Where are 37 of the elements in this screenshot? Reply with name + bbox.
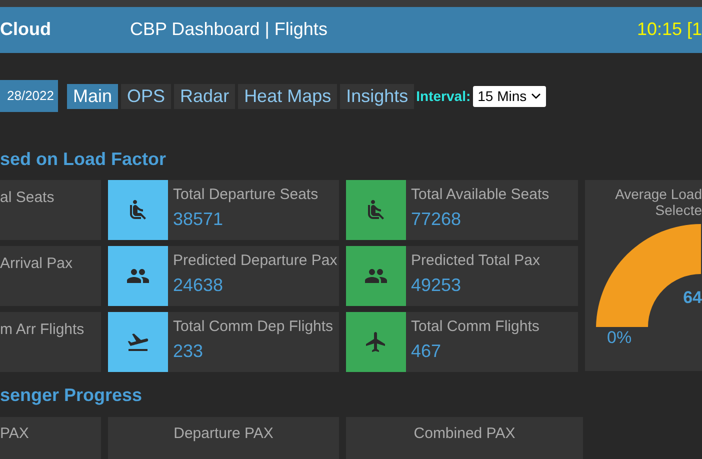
chevron-down-icon	[530, 93, 541, 99]
gauge-title: Selecte	[655, 202, 702, 218]
stat-label: Total Available Seats	[411, 186, 550, 204]
stat-label: Predicted Departure Pax	[173, 252, 338, 270]
section-heading: sed on Load Factor	[0, 149, 168, 169]
panel-title: Combined PAX	[414, 424, 516, 444]
stat-value: 24638	[173, 274, 224, 296]
stat-value: 467	[411, 340, 442, 362]
page-title: CBP Dashboard | Flights	[130, 18, 328, 42]
stat-label: al Seats	[0, 189, 54, 206]
stat-value: 38571	[173, 208, 224, 230]
stat-label: m Arr Flights	[0, 321, 84, 338]
nav-tab[interactable]: OPS	[121, 84, 172, 108]
nav-tab[interactable]: Radar	[174, 84, 236, 108]
stat-value: 233	[173, 340, 204, 362]
date-label: 28/2022	[0, 80, 58, 112]
interval-dropdown[interactable]: 15 Mins	[472, 86, 546, 106]
clock-time: 10:15 [1	[636, 18, 702, 42]
stat-value: 49253	[411, 274, 462, 296]
brand-name: Cloud	[0, 18, 52, 42]
nav-tab[interactable]: Heat Maps	[238, 84, 338, 108]
panel-title: Departure PAX	[174, 424, 274, 444]
stat-value: 77268	[411, 208, 462, 230]
panel-title: PAX	[0, 424, 29, 444]
gauge-title: Average Load	[615, 186, 702, 202]
stat-label: Predicted Total Pax	[411, 252, 540, 270]
stat-label: Arrival Pax	[0, 255, 73, 272]
stat-label: Total Comm Dep Flights	[173, 318, 334, 336]
interval-label: Interval:	[416, 86, 471, 106]
stat-label: Total Departure Seats	[173, 186, 318, 204]
airplane-icon	[364, 330, 388, 354]
nav-tab[interactable]: Insights	[340, 84, 414, 108]
gauge-value: 64	[683, 288, 702, 308]
stat-label: Total Comm Flights	[411, 318, 540, 336]
section-heading: senger Progress	[0, 385, 144, 405]
gauge-min-label: 0%	[607, 328, 632, 348]
nav-tab[interactable]: Main	[67, 84, 118, 108]
